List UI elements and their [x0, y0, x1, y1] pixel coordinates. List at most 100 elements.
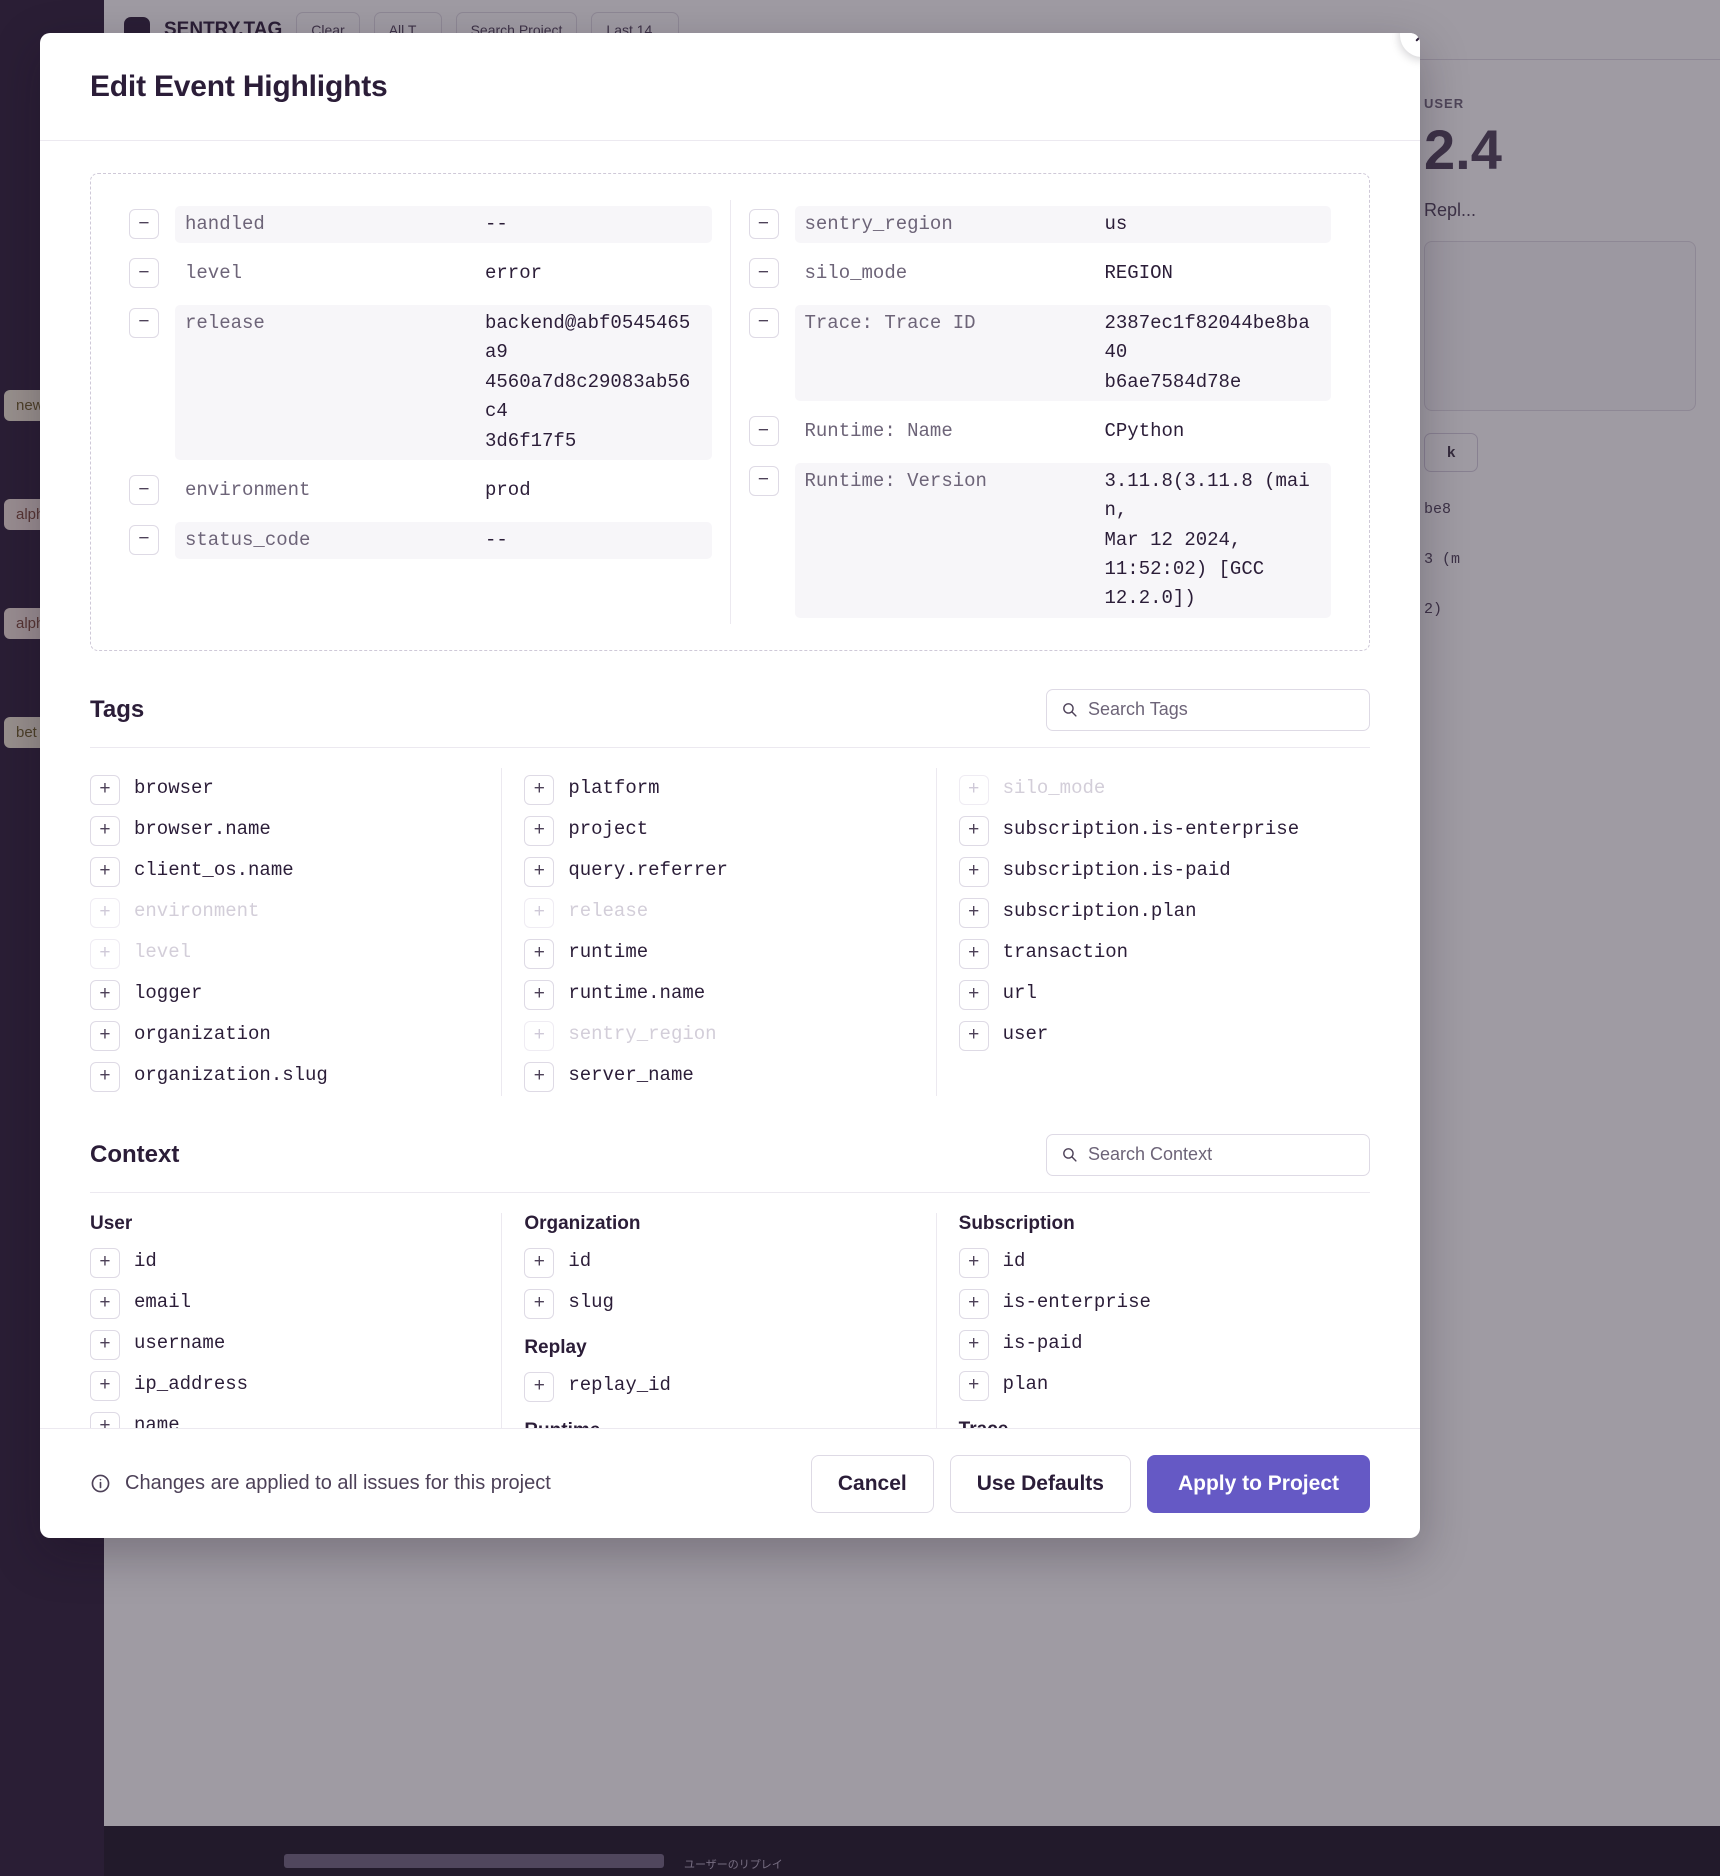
add-field-icon[interactable]: + [90, 1020, 120, 1051]
remove-highlight-icon[interactable]: − [748, 465, 779, 496]
context-item[interactable]: + is-paid [958, 1323, 1366, 1364]
add-field-icon[interactable]: + [958, 897, 989, 928]
context-search-box[interactable] [1046, 1133, 1370, 1176]
context-item[interactable]: + email [90, 1282, 497, 1323]
add-field-icon[interactable]: + [958, 1020, 989, 1051]
tag-item[interactable]: + user [958, 1014, 1366, 1055]
search-icon [1063, 703, 1077, 717]
context-item[interactable]: + username [90, 1323, 497, 1364]
add-field-icon[interactable]: + [958, 1370, 989, 1401]
add-field-icon[interactable]: + [958, 1247, 989, 1278]
apply-to-project-button[interactable]: Apply to Project [1146, 1454, 1370, 1513]
plus-icon: + [99, 778, 111, 801]
context-item[interactable]: + plan [958, 1364, 1366, 1405]
remove-highlight-icon[interactable]: − [748, 209, 779, 239]
modal-footer: Changes are applied to all issues for th… [40, 1428, 1420, 1538]
highlight-row: − handled -- [129, 200, 712, 249]
tag-item[interactable]: + runtime.name [524, 973, 931, 1014]
minus-icon: − [138, 261, 150, 284]
plus-icon: + [967, 1292, 980, 1315]
context-item[interactable]: + name [90, 1405, 497, 1428]
use-defaults-button[interactable]: Use Defaults [949, 1454, 1131, 1513]
context-item[interactable]: + replay_id [524, 1365, 931, 1406]
context-item[interactable]: + id [958, 1241, 1366, 1282]
tag-item[interactable]: + project [524, 809, 931, 850]
add-field-icon[interactable]: + [958, 856, 989, 887]
add-field-icon[interactable]: + [524, 1288, 555, 1319]
tag-item[interactable]: + logger [90, 973, 497, 1014]
tag-item[interactable]: + url [958, 973, 1366, 1014]
add-field-icon[interactable]: + [524, 1371, 555, 1402]
cancel-button[interactable]: Cancel [810, 1454, 934, 1513]
add-field-icon[interactable]: + [958, 815, 989, 846]
remove-highlight-icon[interactable]: − [129, 475, 159, 506]
add-field-icon[interactable]: + [958, 1329, 989, 1360]
add-field-icon[interactable]: + [524, 815, 555, 846]
add-field-icon[interactable]: + [90, 815, 120, 846]
add-field-icon[interactable]: + [90, 1288, 120, 1319]
context-item[interactable]: + is-enterprise [958, 1282, 1366, 1323]
highlight-value: -- [485, 528, 508, 551]
highlight-key: Runtime: Version [804, 469, 987, 492]
add-field-icon[interactable]: + [524, 1247, 555, 1278]
add-field-icon[interactable]: + [90, 1329, 120, 1360]
item-label: server_name [568, 1064, 694, 1087]
tag-item[interactable]: + client_os.name [90, 850, 497, 891]
tags-column: + silo_mode + subscription.is-enterprise + su… [935, 767, 1370, 1096]
remove-highlight-icon[interactable]: − [748, 258, 779, 289]
add-field-icon[interactable]: + [958, 979, 989, 1010]
context-item[interactable]: + slug [524, 1282, 931, 1323]
highlights-column: − sentry_region us − silo_mode REGION − Trace: … [729, 200, 1350, 624]
add-field-icon[interactable]: + [90, 1370, 120, 1401]
context-item[interactable]: + ip_address [90, 1364, 497, 1405]
add-field-icon[interactable]: + [958, 938, 989, 969]
add-field-icon[interactable]: + [524, 856, 555, 887]
tag-item[interactable]: + browser [90, 768, 497, 809]
add-field-icon[interactable]: + [90, 1247, 120, 1278]
remove-highlight-icon[interactable]: − [748, 307, 779, 338]
search-context-input[interactable] [1088, 1144, 1355, 1166]
highlight-value: CPython [1104, 420, 1185, 443]
tag-item[interactable]: + runtime [524, 932, 931, 973]
highlight-value: REGION [1104, 262, 1173, 285]
context-column: Subscription + id + is-enterprise + is-paid + pl… [935, 1212, 1370, 1428]
tags-search-box[interactable] [1046, 688, 1370, 731]
remove-highlight-icon[interactable]: − [129, 258, 159, 289]
search-tags-input[interactable] [1088, 699, 1355, 721]
context-item[interactable]: + id [90, 1241, 497, 1282]
remove-highlight-icon[interactable]: − [129, 307, 159, 338]
add-field-icon[interactable]: + [524, 1061, 555, 1092]
highlight-value: error [485, 262, 543, 285]
tag-item[interactable]: + organization [90, 1014, 497, 1055]
tag-item[interactable]: + organization.slug [90, 1055, 497, 1096]
plus-icon: + [533, 1375, 546, 1398]
remove-highlight-icon[interactable]: − [748, 416, 779, 447]
context-item[interactable]: + id [524, 1241, 931, 1282]
highlight-key: handled [185, 213, 265, 235]
add-field-icon: + [958, 774, 989, 805]
tag-item[interactable]: + subscription.plan [958, 891, 1366, 932]
add-field-icon[interactable]: + [90, 1061, 120, 1092]
plus-icon: + [533, 778, 546, 801]
tag-item[interactable]: + browser.name [90, 809, 497, 850]
add-field-icon[interactable]: + [524, 774, 555, 805]
tag-item[interactable]: + platform [524, 768, 931, 809]
add-field-icon[interactable]: + [90, 979, 120, 1010]
add-field-icon[interactable]: + [524, 938, 555, 969]
add-field-icon[interactable]: + [90, 856, 120, 887]
tag-item[interactable]: + query.referrer [524, 850, 931, 891]
plus-icon: + [967, 1333, 980, 1356]
remove-highlight-icon[interactable]: − [129, 209, 159, 239]
add-field-icon[interactable]: + [90, 1411, 120, 1428]
remove-highlight-icon[interactable]: − [129, 524, 159, 555]
highlight-row: − Trace: Trace ID 2387ec1f82044be8ba40 b6a… [748, 299, 1331, 407]
add-field-icon[interactable]: + [90, 774, 120, 805]
tag-item[interactable]: + transaction [958, 932, 1366, 973]
add-field-icon[interactable]: + [958, 1288, 989, 1319]
tag-item[interactable]: + subscription.is-enterprise [958, 809, 1366, 850]
tag-item: + sentry_region [524, 1014, 931, 1055]
tag-item[interactable]: + server_name [524, 1055, 931, 1096]
tag-item[interactable]: + subscription.is-paid [958, 850, 1366, 891]
tags-grid: + browser + browser.name + client_os.name + env… [90, 748, 1370, 1096]
add-field-icon[interactable]: + [524, 979, 555, 1010]
